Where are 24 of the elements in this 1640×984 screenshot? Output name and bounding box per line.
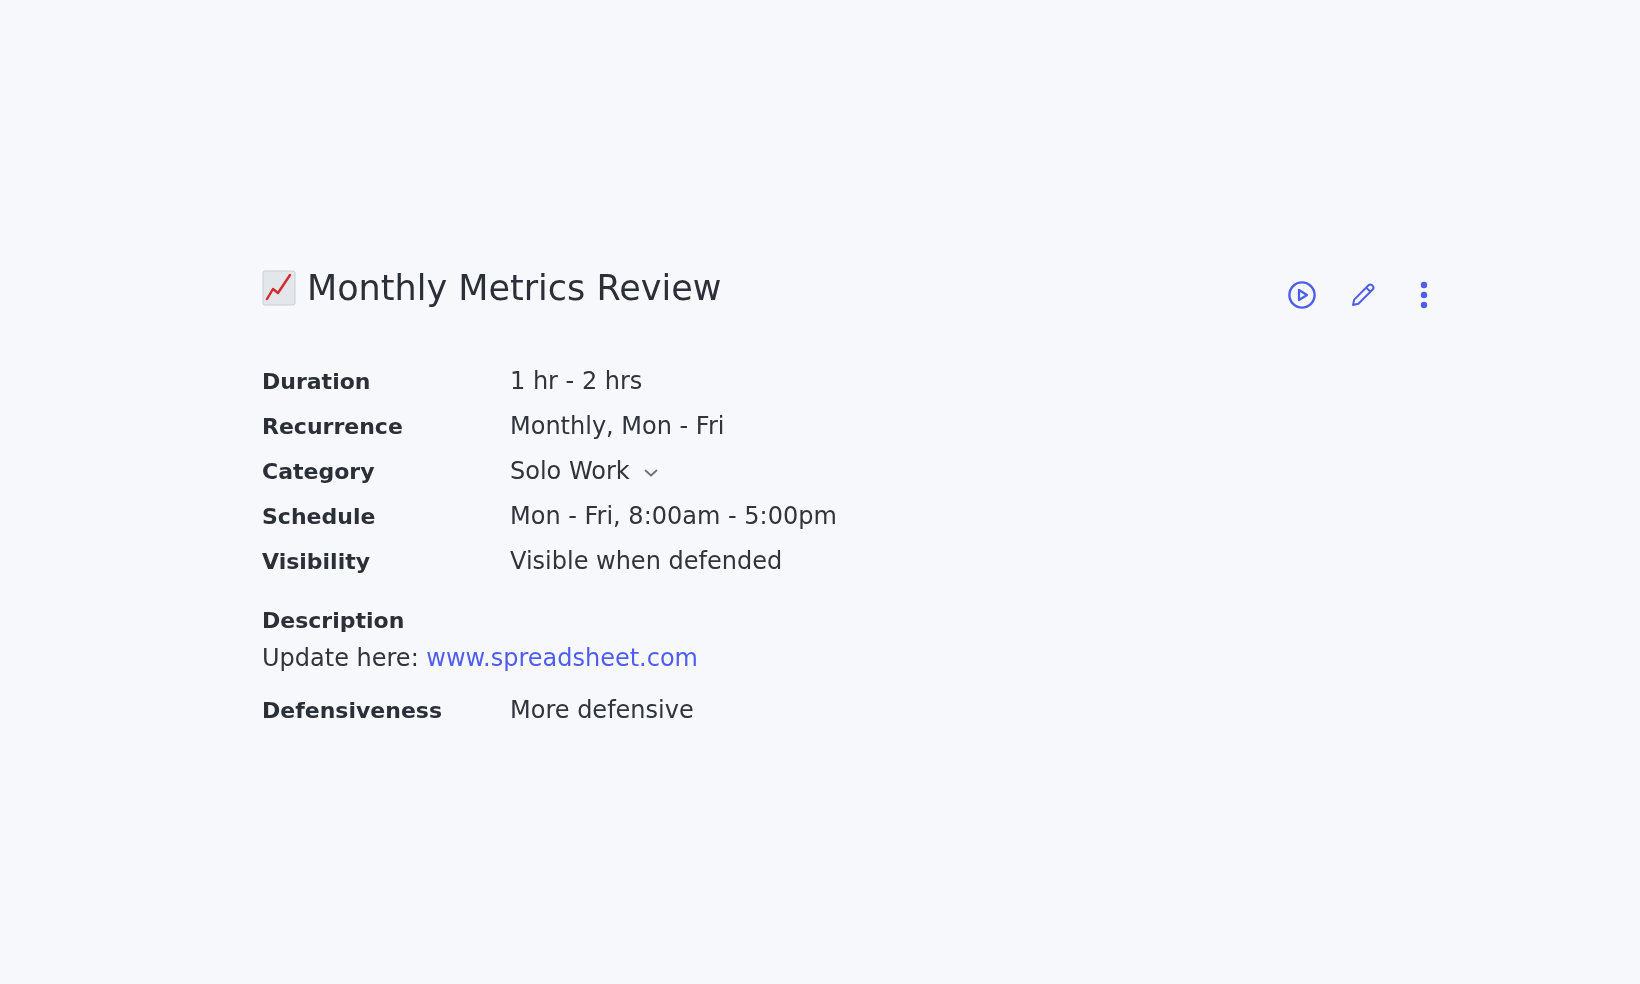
more-options-button[interactable] <box>1420 281 1428 309</box>
field-label: Defensiveness <box>262 697 442 725</box>
chart-increasing-icon <box>262 270 296 306</box>
task-title: Monthly Metrics Review <box>307 267 722 310</box>
more-options-icon <box>1420 281 1428 309</box>
edit-button[interactable] <box>1350 282 1376 308</box>
field-value: Visible when defended <box>510 546 783 577</box>
field-label: Category <box>262 458 375 486</box>
spreadsheet-link[interactable]: www.spreadsheet.com <box>426 644 698 672</box>
field-label: Schedule <box>262 503 376 531</box>
field-label: Duration <box>262 368 371 396</box>
field-value: Mon - Fri, 8:00am - 5:00pm <box>510 501 837 532</box>
chevron-down-icon <box>643 468 658 477</box>
field-label: Recurrence <box>262 413 403 441</box>
description-text: Update here: www.spreadsheet.com <box>262 643 698 674</box>
pencil-icon <box>1350 282 1376 308</box>
field-label: Visibility <box>262 548 371 576</box>
play-button[interactable] <box>1288 281 1316 309</box>
category-dropdown[interactable]: Solo Work <box>510 455 658 488</box>
field-value: Monthly, Mon - Fri <box>510 411 725 442</box>
description-label: Description <box>262 607 405 635</box>
field-value: 1 hr - 2 hrs <box>510 366 643 397</box>
play-icon <box>1288 281 1316 309</box>
field-value: More defensive <box>510 695 694 726</box>
